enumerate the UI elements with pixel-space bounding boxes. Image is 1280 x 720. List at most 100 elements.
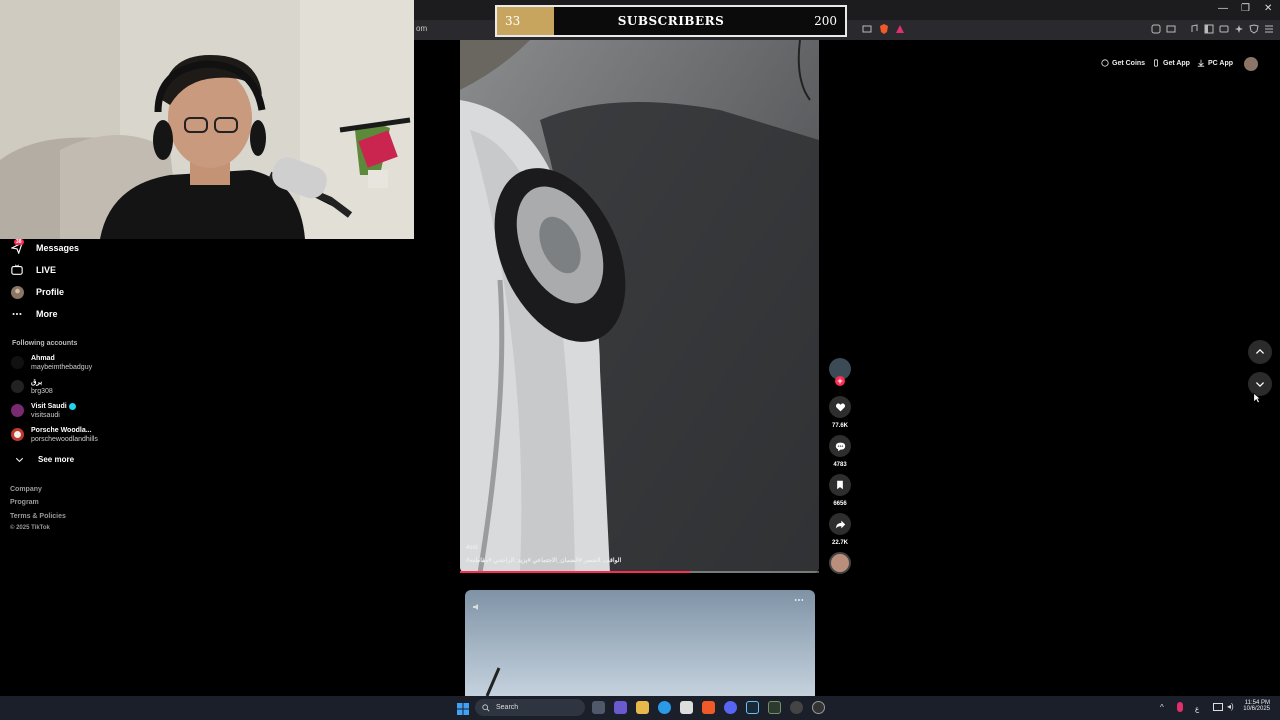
taskbar-clock[interactable]: 11:54 PM 10/6/2025: [1232, 700, 1270, 712]
share-arrow-icon: [835, 520, 845, 528]
media-icon[interactable]: [1189, 24, 1199, 34]
footer-program-link[interactable]: Program: [10, 499, 39, 506]
brave-shield-icon[interactable]: [879, 24, 889, 34]
store-icon[interactable]: [680, 701, 693, 714]
following-account[interactable]: Porsche Woodla... porschewoodlandhills: [11, 426, 98, 444]
sidebar-item-label: More: [36, 309, 58, 319]
more-options-icon[interactable]: ⋯: [794, 595, 804, 606]
input-language[interactable]: ع: [1195, 705, 1199, 713]
phone-icon: [1154, 59, 1158, 67]
follow-plus-icon[interactable]: +: [835, 376, 845, 386]
xbox-icon[interactable]: [768, 701, 781, 714]
chevron-down-icon: [1255, 382, 1265, 388]
following-account[interactable]: برق brg308: [11, 378, 53, 396]
app-icon[interactable]: [812, 701, 825, 714]
save-button[interactable]: [829, 474, 851, 496]
sidebar-item-label: Messages: [36, 243, 80, 253]
minimize-button[interactable]: —: [1218, 3, 1228, 14]
video-progress-fill: [460, 571, 690, 573]
avatar: [11, 356, 24, 369]
previous-video-button[interactable]: [1248, 340, 1272, 364]
more-dots-icon: [10, 307, 24, 321]
account-name: Porsche Woodla...: [31, 427, 92, 434]
messages-badge: 38: [14, 239, 24, 245]
footer-terms-link[interactable]: Terms & Policies: [10, 513, 66, 520]
get-coins-label: Get Coins: [1112, 59, 1146, 67]
following-account[interactable]: Visit Saudi visitsaudi: [11, 402, 76, 420]
following-accounts-heading: Following accounts: [12, 340, 78, 347]
live-tv-icon: [10, 263, 24, 277]
microphone-icon[interactable]: [1177, 702, 1183, 712]
verified-badge-icon: [68, 402, 76, 410]
get-app-button[interactable]: Get App: [1152, 59, 1190, 67]
copilot-icon[interactable]: [614, 701, 627, 714]
avatar-icon: [10, 285, 24, 299]
cast-icon[interactable]: [862, 24, 872, 34]
network-icon[interactable]: [1213, 703, 1223, 711]
windows-start-icon[interactable]: [457, 702, 469, 715]
account-name: Ahmad: [31, 355, 55, 362]
extensions-icon[interactable]: [1151, 24, 1161, 34]
following-account[interactable]: Ahmad maybeimthebadguy: [11, 354, 92, 372]
obs-icon[interactable]: [790, 701, 803, 714]
restore-button[interactable]: ❐: [1241, 3, 1250, 14]
brave-browser-icon[interactable]: [702, 701, 715, 714]
video-player[interactable]: [460, 40, 819, 573]
sidebar-item-profile[interactable]: Profile: [10, 284, 64, 300]
video-description[interactable]: #الواقف_العنصر #الضمان_الاجتماعي #يزيد_ا…: [466, 557, 621, 564]
screenshot-icon[interactable]: [1166, 24, 1176, 34]
pc-app-label: PC App: [1208, 59, 1234, 67]
pc-app-button[interactable]: PC App: [1197, 59, 1233, 67]
wallet-icon[interactable]: [1219, 24, 1229, 34]
next-video-preview[interactable]: [465, 590, 815, 696]
webcam-feed: [0, 0, 414, 239]
avatar: [11, 380, 24, 393]
avatar: [11, 404, 24, 417]
share-button[interactable]: [829, 513, 851, 535]
brave-rewards-icon[interactable]: [895, 24, 905, 34]
file-explorer-icon[interactable]: [636, 701, 649, 714]
bookmark-icon: [837, 480, 843, 490]
like-button[interactable]: [829, 396, 851, 418]
subscriber-goal-target: 200: [814, 14, 837, 28]
footer-company-link[interactable]: Company: [10, 486, 42, 493]
video-progress-bar[interactable]: [460, 571, 819, 573]
sound-disc-icon[interactable]: [829, 552, 851, 574]
search-icon: [482, 703, 490, 711]
leo-ai-icon[interactable]: [1234, 24, 1244, 34]
heart-icon: [835, 402, 845, 411]
sidebar-item-more[interactable]: More: [10, 306, 58, 322]
account-handle: porschewoodlandhills: [31, 436, 98, 443]
save-count: 6656: [833, 501, 847, 507]
comment-button[interactable]: [829, 435, 851, 457]
comment-count: 4783: [833, 462, 847, 468]
address-bar-fragment[interactable]: om: [416, 24, 427, 33]
steam-icon[interactable]: [746, 701, 759, 714]
taskbar-search[interactable]: Search: [475, 699, 585, 716]
sidebar-toggle-icon[interactable]: [1204, 24, 1214, 34]
tray-chevron-up-icon[interactable]: ^: [1160, 703, 1164, 712]
sidebar-item-live[interactable]: LIVE: [10, 262, 56, 278]
discord-icon[interactable]: [724, 701, 737, 714]
vpn-icon[interactable]: [1249, 24, 1259, 34]
get-coins-button[interactable]: Get Coins: [1101, 59, 1145, 67]
video-hashtag[interactable]: #cxi: [466, 545, 478, 551]
close-window-button[interactable]: ✕: [1264, 3, 1272, 14]
see-more-button[interactable]: See more: [12, 451, 74, 467]
search-placeholder: Search: [496, 704, 519, 711]
task-view-icon[interactable]: [592, 701, 605, 714]
menu-icon[interactable]: [1264, 24, 1274, 34]
mute-icon[interactable]: [472, 598, 482, 610]
mouse-cursor-icon: [1253, 391, 1262, 409]
chevron-down-icon: [12, 452, 26, 466]
comment-icon: [835, 442, 845, 451]
avatar: [11, 428, 24, 441]
edge-icon[interactable]: [658, 701, 671, 714]
download-icon: [1197, 59, 1205, 67]
account-name: Visit Saudi: [31, 402, 76, 411]
account-handle: visitsaudi: [31, 412, 60, 419]
footer-copyright: © 2025 TikTok: [10, 525, 50, 531]
account-handle: brg308: [31, 388, 53, 395]
sidebar-item-label: LIVE: [36, 265, 57, 275]
user-avatar[interactable]: [1244, 57, 1258, 71]
